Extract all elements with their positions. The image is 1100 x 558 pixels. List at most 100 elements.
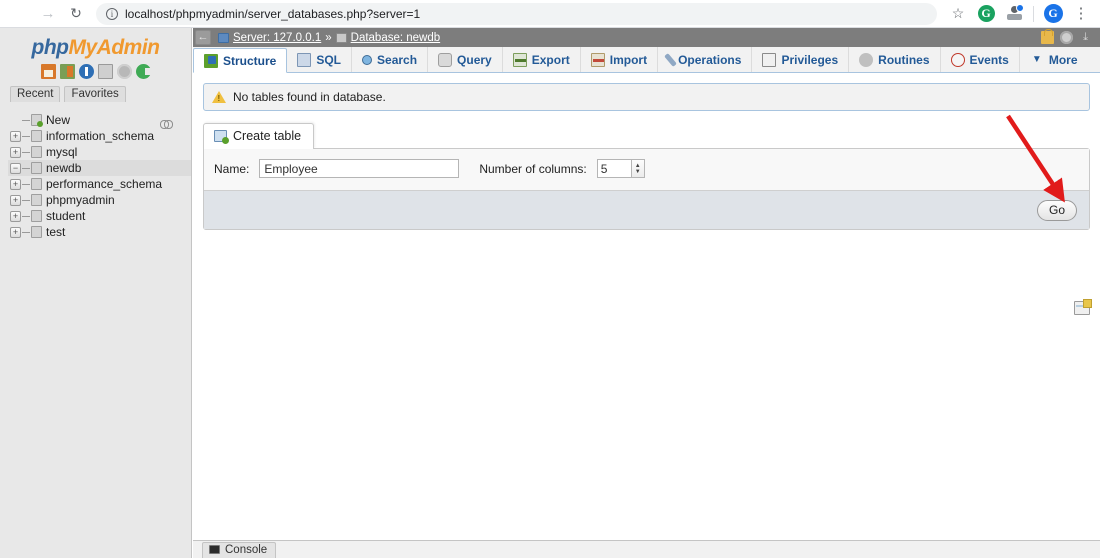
reload-icon[interactable]: ↻ [62, 0, 90, 28]
tree-expander[interactable]: + [10, 226, 21, 238]
tree-stem [22, 131, 31, 142]
browser-menu-kebab-icon[interactable]: ⋮ [1068, 1, 1094, 27]
tab-sql[interactable]: SQL [287, 47, 353, 72]
new-table-icon [214, 130, 229, 144]
create-table-footer: Go [204, 191, 1089, 229]
content-area: No tables found in database. Create tabl… [193, 73, 1100, 315]
tree-expander[interactable]: + [10, 210, 21, 222]
tab-label: SQL [316, 52, 342, 67]
tree-item-performance-schema[interactable]: + performance_schema [8, 176, 191, 192]
routines-icon [859, 52, 874, 67]
tab-label: Events [969, 52, 1009, 67]
tree-item-label: test [46, 225, 66, 239]
database-tree: New + information_schema + mysql − newdb [0, 112, 191, 240]
breadcrumb-server[interactable]: Server: 127.0.0.1 [233, 32, 321, 44]
tree-expander[interactable]: + [10, 178, 21, 190]
person-glyph [1006, 4, 1024, 22]
tree-expander [10, 115, 21, 126]
toolbar-divider [1033, 5, 1034, 22]
name-label: Name: [214, 161, 250, 176]
create-table-label: Create table [233, 129, 302, 143]
tab-routines[interactable]: Routines [849, 47, 941, 72]
table-name-input[interactable] [259, 159, 460, 178]
profile-badge-icon[interactable] [1001, 1, 1027, 27]
url-text: localhost/phpmyadmin/server_databases.ph… [125, 6, 421, 21]
sidebar-subtabs: Recent Favorites [0, 79, 191, 102]
gear-icon[interactable] [1060, 31, 1073, 44]
columns-stepper[interactable]: ▲ ▼ [596, 159, 645, 178]
tab-favorites[interactable]: Favorites [64, 86, 126, 102]
lock-icon[interactable] [1041, 29, 1054, 44]
tree-item-newdb[interactable]: − newdb [8, 160, 191, 176]
columns-spinner[interactable]: ▲ ▼ [630, 159, 645, 178]
tree-item-mysql[interactable]: + mysql [8, 144, 191, 160]
site-info-icon[interactable]: i [106, 7, 118, 20]
tab-structure[interactable]: Structure [193, 48, 288, 73]
logout-icon[interactable] [59, 64, 75, 79]
tree-expander[interactable]: + [10, 146, 21, 158]
tree-expander[interactable]: + [10, 130, 21, 142]
tab-label: Export [531, 52, 570, 67]
database-icon [335, 32, 347, 43]
address-bar[interactable]: i localhost/phpmyadmin/server_databases.… [96, 2, 937, 25]
docs-icon[interactable] [97, 64, 113, 79]
tree-item-label: newdb [46, 161, 82, 175]
info-globe-icon[interactable] [78, 64, 94, 79]
database-icon [31, 162, 42, 174]
refresh-icon[interactable] [135, 64, 151, 79]
home-icon[interactable] [40, 64, 56, 79]
tree-item-information-schema[interactable]: + information_schema [8, 128, 191, 144]
kebab-glyph: ⋮ [1073, 4, 1089, 22]
back-arrow-icon[interactable]: back-arrow-icon [6, 0, 34, 28]
tree-item-phpmyadmin[interactable]: + phpmyadmin [8, 192, 191, 208]
console-toggle[interactable]: Console [202, 541, 277, 558]
resize-handle-icon[interactable] [1074, 299, 1092, 315]
tree-item-student[interactable]: + student [8, 208, 191, 224]
warning-triangle-icon [212, 91, 226, 103]
alert-message: No tables found in database. [233, 90, 386, 104]
phpmyadmin-logo[interactable]: phpMyAdmin [0, 28, 191, 60]
tree-expander[interactable]: − [10, 162, 21, 174]
tree-item-label: New [46, 113, 71, 127]
tree-stem [22, 115, 31, 126]
spinner-down-arrow[interactable]: ▼ [635, 169, 641, 175]
tab-more[interactable]: ▼ More [1020, 47, 1088, 72]
settings-gear-icon[interactable] [116, 64, 132, 79]
breadcrumb-separator: » [325, 31, 332, 44]
tab-recent[interactable]: Recent [10, 86, 61, 102]
collapse-icon[interactable]: ⤓ [1079, 31, 1092, 44]
browser-toolbar: back-arrow-icon → ↻ i localhost/phpmyadm… [0, 0, 1100, 28]
tab-search[interactable]: Search [352, 47, 429, 72]
tab-export[interactable]: Export [503, 47, 581, 72]
tab-import[interactable]: Import [581, 47, 659, 72]
create-table-tab[interactable]: Create table [203, 123, 315, 149]
tab-privileges[interactable]: Privileges [752, 47, 850, 72]
tab-events[interactable]: Events [941, 47, 1020, 72]
account-avatar[interactable]: G [1040, 1, 1066, 27]
tree-expander[interactable]: + [10, 194, 21, 206]
tab-label: Routines [878, 52, 930, 67]
database-icon [31, 130, 42, 142]
tab-label: Privileges [781, 52, 839, 67]
tree-item-test[interactable]: + test [8, 224, 191, 240]
g-extension-label: G [977, 5, 995, 22]
forward-arrow-icon[interactable]: → [34, 0, 62, 28]
server-icon [218, 32, 229, 43]
bookmark-star-icon[interactable]: ☆ [945, 1, 971, 27]
create-table-panel: Name: Number of columns: ▲ ▼ Go [203, 148, 1090, 230]
google-extension-icon[interactable]: G [973, 1, 999, 27]
columns-input[interactable] [596, 159, 631, 178]
tree-item-label: information_schema [46, 129, 155, 143]
go-button[interactable]: Go [1036, 199, 1077, 221]
tab-operations[interactable]: Operations [658, 47, 753, 72]
tab-query[interactable]: Query [428, 47, 503, 72]
console-label: Console [225, 543, 268, 556]
tree-stem [22, 211, 31, 222]
breadcrumb-database[interactable]: Database: newdb [351, 32, 441, 44]
breadcrumb-back-button[interactable]: ← [195, 30, 211, 45]
main-tabbar: Structure SQL Search Query Export Import [193, 47, 1100, 73]
tree-item-new[interactable]: New [8, 112, 191, 128]
create-table-form: Name: Number of columns: ▲ ▼ [204, 149, 1089, 191]
sql-icon [297, 52, 312, 67]
tree-stem [22, 147, 31, 158]
